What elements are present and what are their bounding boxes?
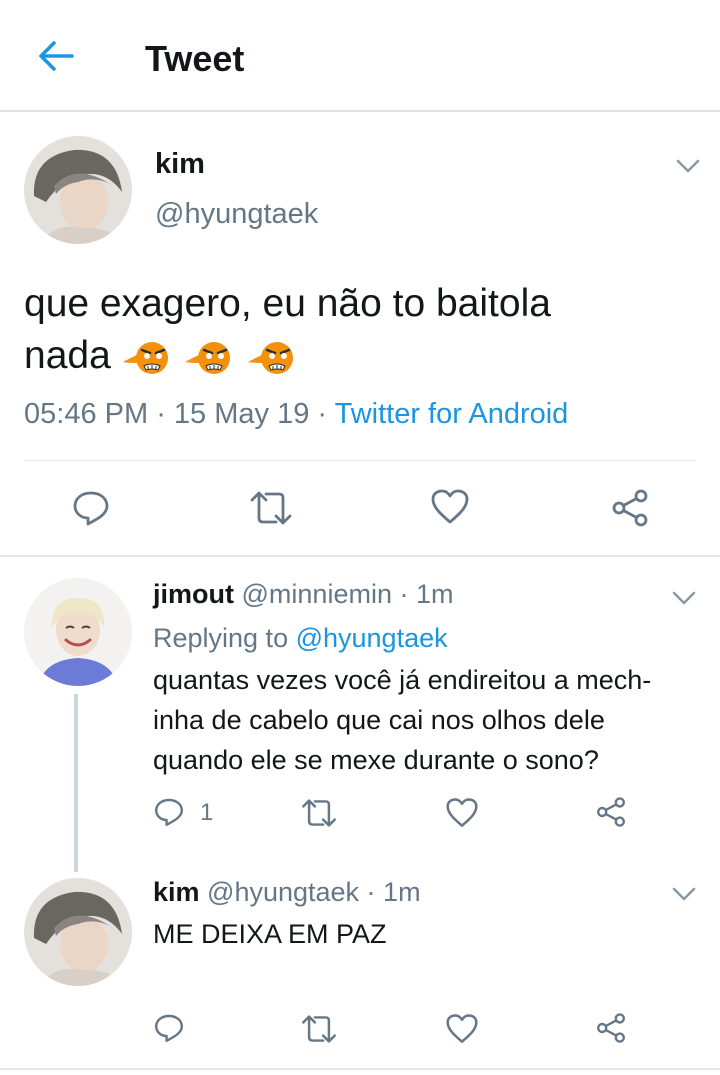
reply-text: ME DEIXA EM PAZ xyxy=(153,919,387,949)
retweet-icon[interactable] xyxy=(300,1014,338,1044)
reply-handle-time: @hyungtaek · 1m xyxy=(207,877,421,907)
section-divider xyxy=(0,1068,720,1070)
chevron-down-icon[interactable] xyxy=(674,156,702,176)
meta-separator: · xyxy=(148,398,174,430)
avatar[interactable] xyxy=(24,578,132,686)
like-heart-icon[interactable] xyxy=(445,1013,479,1045)
author-handle[interactable]: @hyungtaek xyxy=(155,198,318,231)
goblin-mask-emoji-icon xyxy=(247,336,295,376)
reply-handle-time: @minniemin · 1m xyxy=(241,579,454,609)
tweet-text-line: que exagero, eu não to baitola xyxy=(24,282,551,325)
back-arrow-icon[interactable] xyxy=(36,36,76,76)
share-icon[interactable] xyxy=(595,1012,627,1044)
replying-to-mention[interactable]: @hyungtaek xyxy=(296,623,448,653)
tweet-source-link[interactable]: Twitter for Android xyxy=(335,398,569,430)
replying-to-prefix: Replying to xyxy=(153,623,296,653)
tweet-text-line-with-emoji: nada xyxy=(24,330,694,382)
tweet-date: 15 May 19 xyxy=(173,398,310,430)
replying-to: Replying to @hyungtaek xyxy=(153,623,448,654)
reply-author: kim @hyungtaek · 1m xyxy=(153,877,421,908)
tweet-text: que exagero, eu não to baitola nada xyxy=(24,278,694,382)
tweet-text-word: nada xyxy=(24,334,111,377)
like-heart-icon[interactable] xyxy=(430,488,470,526)
author-name[interactable]: kim xyxy=(155,148,205,181)
top-bar: Tweet xyxy=(0,0,720,112)
share-icon[interactable] xyxy=(610,488,650,528)
chevron-down-icon[interactable] xyxy=(670,588,698,608)
reply-icon[interactable] xyxy=(153,1012,185,1044)
reply-count: 1 xyxy=(200,799,214,826)
divider xyxy=(24,460,696,461)
retweet-icon[interactable] xyxy=(300,798,338,828)
page-title: Tweet xyxy=(145,38,245,79)
like-heart-icon[interactable] xyxy=(445,797,479,829)
retweet-icon[interactable] xyxy=(248,490,294,526)
goblin-mask-emoji-icon xyxy=(122,336,170,376)
reply-icon[interactable] xyxy=(153,796,185,828)
thread-connector xyxy=(74,694,78,872)
goblin-mask-emoji-icon xyxy=(184,336,232,376)
avatar[interactable] xyxy=(24,136,132,244)
tweet-meta: 05:46 PM · 15 May 19 · Twitter for Andro… xyxy=(24,398,568,431)
reply-text: quantas vezes você já endireitou a mech-… xyxy=(153,665,652,775)
chevron-down-icon[interactable] xyxy=(670,884,698,904)
share-icon[interactable] xyxy=(595,796,627,828)
tweet-time: 05:46 PM xyxy=(24,398,149,430)
reply-icon[interactable] xyxy=(71,488,111,528)
reply-author-name[interactable]: kim xyxy=(153,877,200,907)
avatar[interactable] xyxy=(24,878,132,986)
reply-author: jimout @minniemin · 1m xyxy=(153,579,453,610)
meta-separator: · xyxy=(309,398,335,430)
reply-author-name[interactable]: jimout xyxy=(153,579,234,609)
section-divider xyxy=(0,555,720,557)
